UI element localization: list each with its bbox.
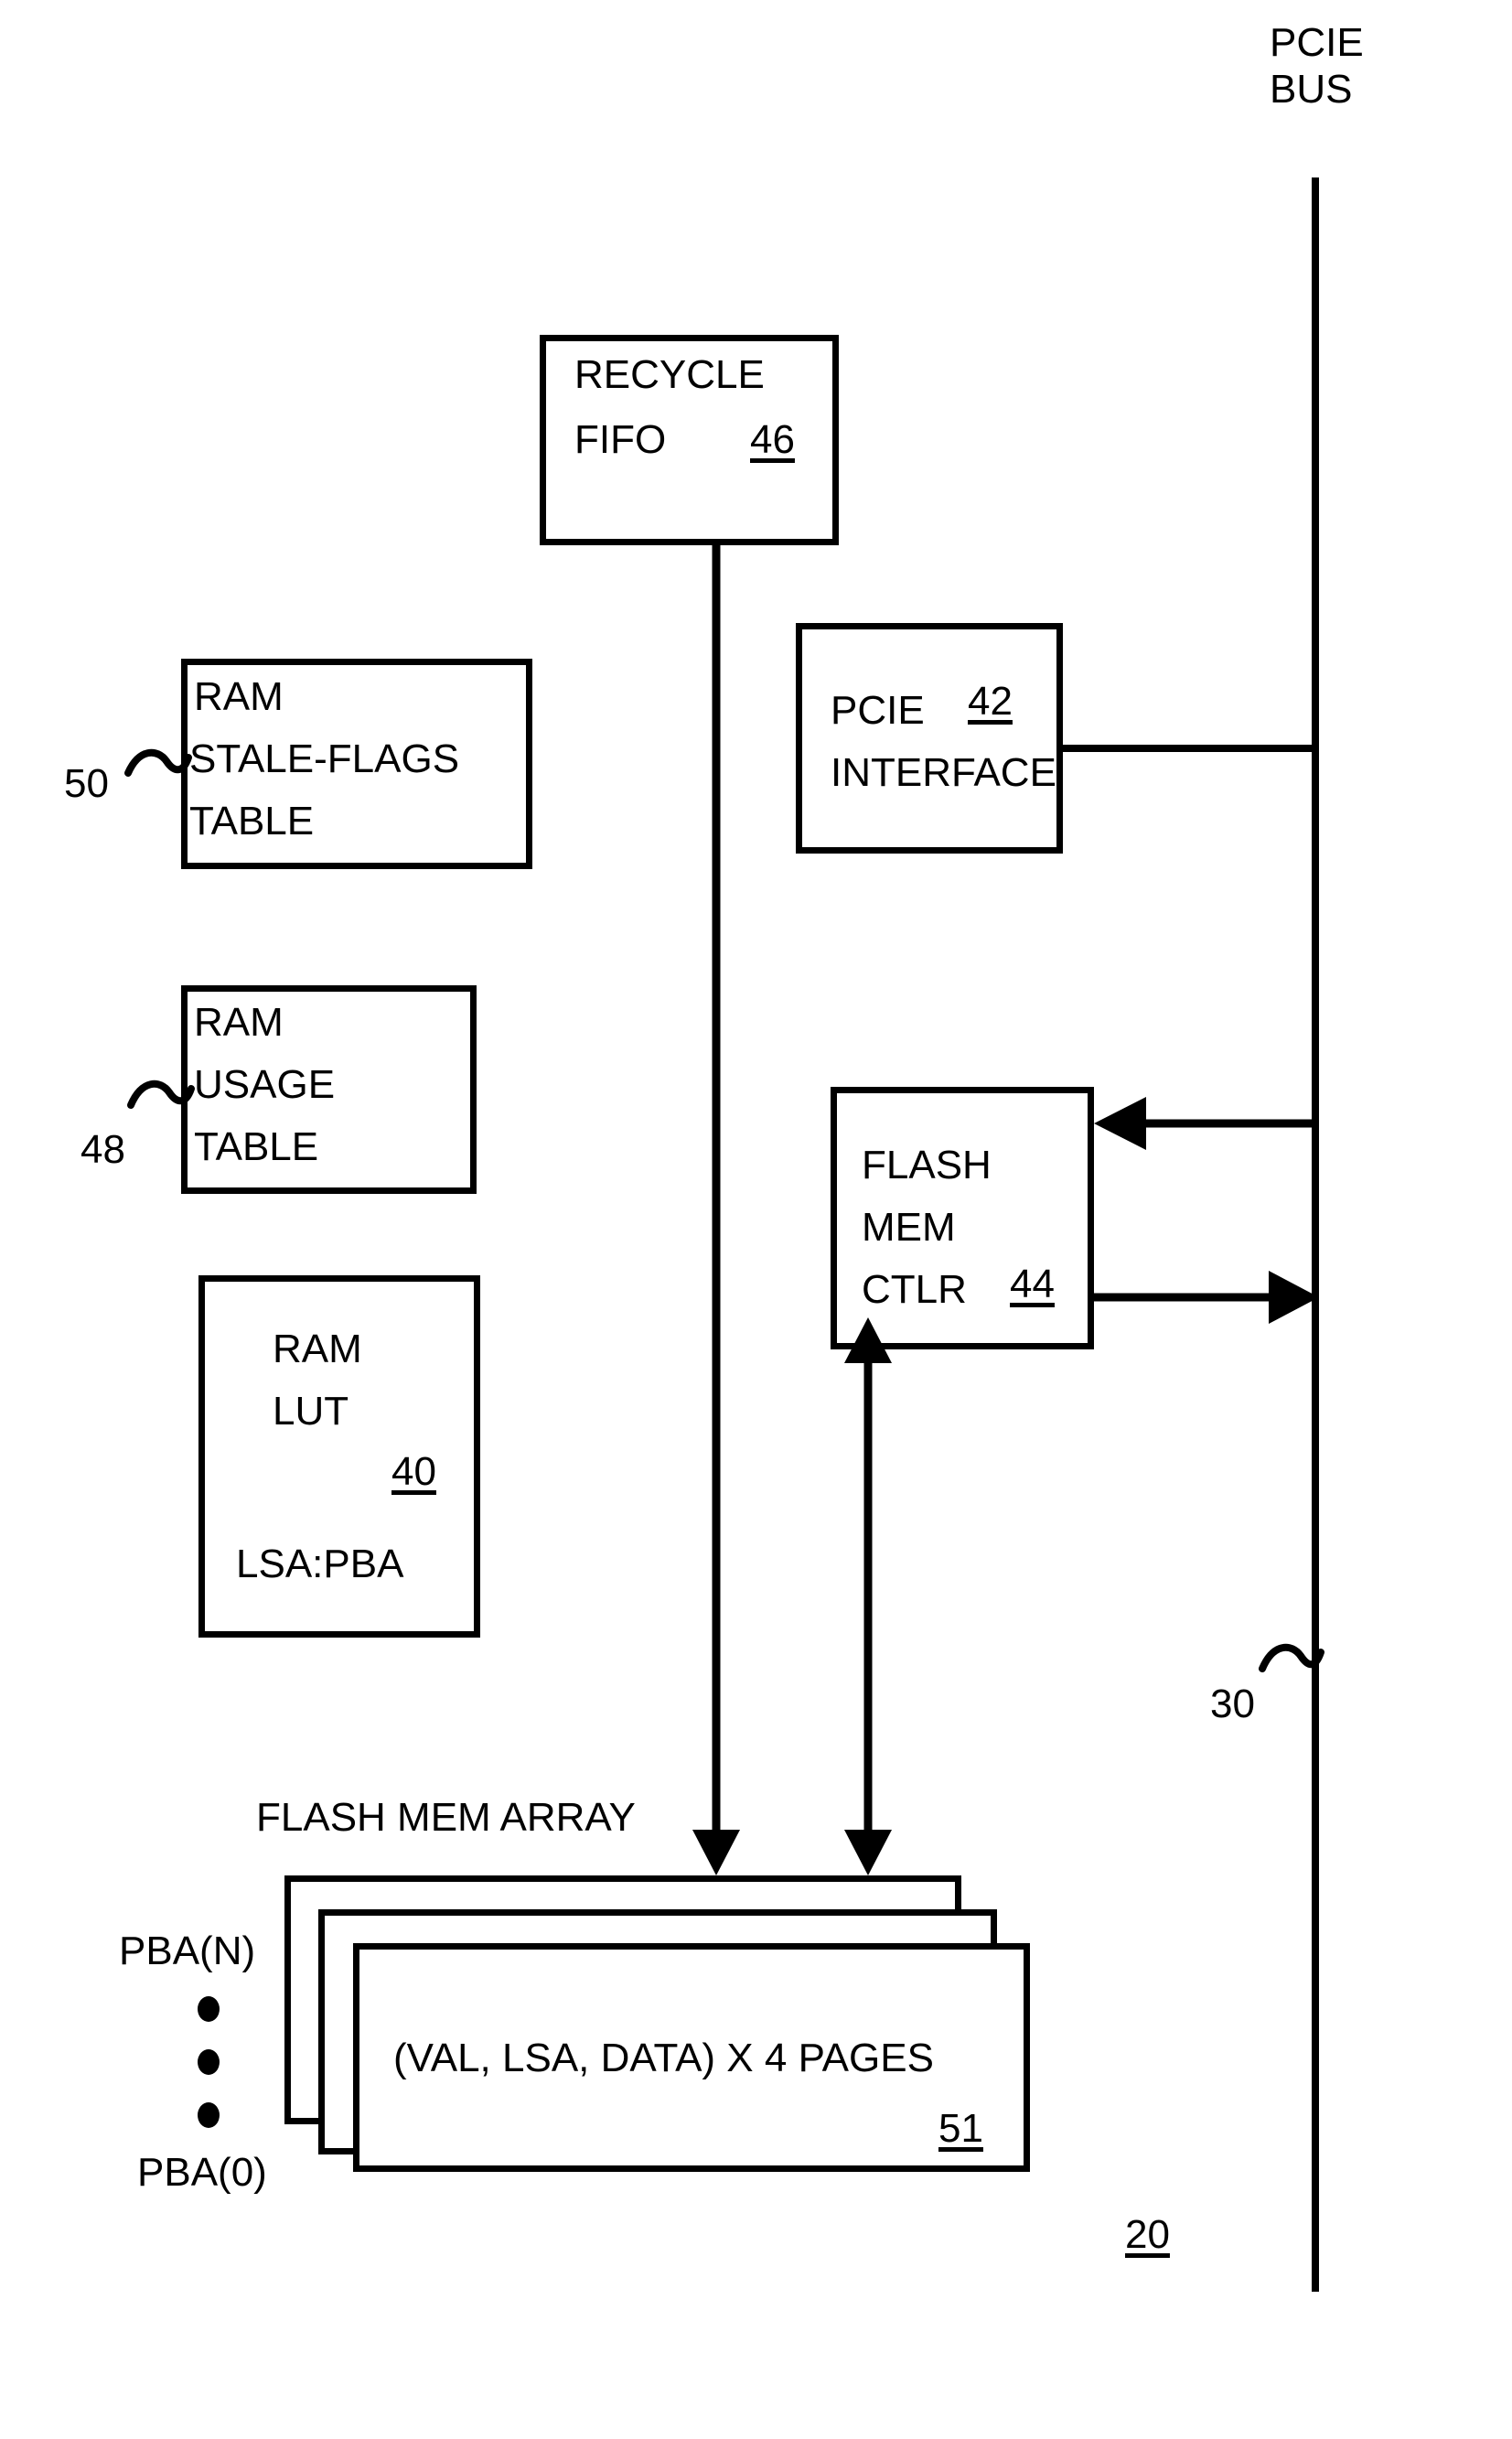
ram-usage-label-line2: USAGE: [194, 1062, 336, 1107]
pcie-interface-ref-42: 42: [968, 679, 1013, 724]
recycle-fifo-to-array-arrow: [692, 545, 740, 1875]
flash-ctlr-to-bus-arrow: [1094, 1271, 1319, 1324]
ram-stale-flags-label-line2: STALE-FLAGS: [189, 736, 460, 781]
flash-mem-ctlr-label-line1: FLASH: [862, 1143, 992, 1187]
ram-usage-label-line1: RAM: [194, 1000, 284, 1045]
patent-figure-canvas: PCIE BUS 30 20 RECYCLE FIFO 46 PCIE 42 I…: [0, 0, 1512, 2439]
pcie-bus-label-line2: BUS: [1270, 67, 1353, 112]
recycle-fifo-label-line1: RECYCLE: [574, 352, 765, 397]
ram-lut-label-line3: LSA:PBA: [236, 1542, 404, 1586]
pcie-bus-label-line1: PCIE: [1270, 20, 1364, 65]
ram-usage-label-line3: TABLE: [194, 1124, 319, 1169]
ram-stale-flags-label-line3: TABLE: [189, 799, 315, 843]
pba-ellipsis-dots: [198, 1996, 220, 2128]
flash-mem-ctlr-ref-44: 44: [1010, 1262, 1055, 1306]
flash-ctlr-to-array-arrow: [844, 1317, 892, 1875]
flash-mem-ctlr-label-line2: MEM: [862, 1205, 956, 1250]
flash-mem-array-title: FLASH MEM ARRAY: [256, 1795, 636, 1840]
flash-mem-ctlr-label-line3: CTLR: [862, 1267, 967, 1312]
pcie-interface-block: [796, 623, 1063, 854]
recycle-fifo-label-line2: FIFO: [574, 417, 667, 462]
flash-page-ref-51: 51: [938, 2106, 983, 2151]
ram-stale-flags-ref-50: 50: [64, 761, 109, 806]
bus-ref-30: 30: [1210, 1682, 1255, 1726]
pba-0-label: PBA(0): [137, 2150, 267, 2195]
flash-page-label: (VAL, LSA, DATA) X 4 PAGES: [393, 2036, 934, 2080]
ram-usage-ref-48: 48: [80, 1127, 125, 1172]
ram-lut-label-line2: LUT: [273, 1389, 349, 1434]
pcie-bus-line: [1312, 177, 1319, 2292]
recycle-fifo-ref-46: 46: [750, 417, 795, 462]
ram-lut-ref-40: 40: [391, 1449, 436, 1494]
ram-lut-label-line1: RAM: [273, 1327, 362, 1371]
bus-to-flash-ctlr-arrow: [1094, 1097, 1315, 1150]
pba-n-label: PBA(N): [119, 1929, 256, 1973]
pcie-interface-label-line1: PCIE: [831, 688, 925, 733]
ref-50-squiggle: [124, 748, 192, 777]
pcie-interface-label-line2: INTERFACE: [831, 750, 1056, 795]
system-ref-20: 20: [1125, 2212, 1170, 2257]
pcie-interface-bus-connector: [1061, 745, 1317, 752]
ram-stale-flags-label-line1: RAM: [194, 674, 284, 719]
